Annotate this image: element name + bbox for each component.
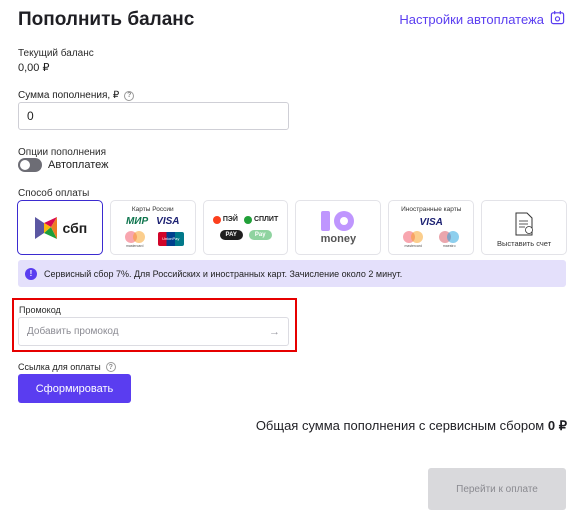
promo-placeholder: Добавить промокод xyxy=(27,326,119,337)
autopay-settings-link[interactable]: Настройки автоплатежа xyxy=(399,10,565,28)
split-logo: СПЛИТ xyxy=(243,215,279,224)
service-fee-notice: ! Сервисный сбор 7%. Для Российских и ин… xyxy=(18,260,566,287)
autopay-settings-label: Настройки автоплатежа xyxy=(399,11,544,27)
autopay-toggle[interactable] xyxy=(18,158,42,172)
payment-link-label: Ссылка для оплаты xyxy=(18,362,101,372)
current-balance-label: Текущий баланс xyxy=(18,48,94,59)
payment-method-foreign-cards[interactable]: Иностранные карты VISA mastercard maestr… xyxy=(388,200,475,255)
split-text: СПЛИТ xyxy=(253,216,279,223)
visa-logo: VISA xyxy=(419,217,443,228)
promo-input[interactable]: Добавить промокод → xyxy=(18,317,289,346)
notice-text: Сервисный сбор 7%. Для Российских и инос… xyxy=(44,268,403,279)
yandex-pay-logo: ПЭЙ xyxy=(212,215,238,224)
payment-method-invoice[interactable]: Выставить счет xyxy=(481,200,567,255)
help-icon[interactable]: ? xyxy=(105,362,116,372)
unionpay-text: UnionPay xyxy=(162,236,180,241)
total-summary: Общая сумма пополнения с сервисным сборо… xyxy=(256,418,567,434)
payment-method-yoomoney[interactable]: money xyxy=(295,200,382,255)
payment-method-wallets[interactable]: ПЭЙ СПЛИТ PAY Pay xyxy=(202,200,289,255)
wallets-row1: ПЭЙ СПЛИТ xyxy=(212,215,279,224)
calendar-settings-icon xyxy=(550,10,565,28)
payment-methods: сбп Карты России МИР VISA mastercard Uni… xyxy=(17,200,567,255)
yandex-icon xyxy=(212,215,221,224)
mastercard-text: mastercard xyxy=(125,243,144,248)
russian-cards-row2: mastercard UnionPay xyxy=(122,230,184,248)
maestro-icon xyxy=(439,231,460,243)
total-value: 0 ₽ xyxy=(547,418,567,433)
generate-link-button[interactable]: Сформировать xyxy=(18,374,131,403)
maestro-logo: maestro xyxy=(436,230,462,248)
foreign-cards-row2: mastercard maestro xyxy=(400,230,462,248)
sbp-icon xyxy=(34,216,57,239)
amount-label: Сумма пополнения, ₽ xyxy=(18,90,120,101)
page-title: Пополнить баланс xyxy=(18,9,195,30)
yoomoney-icon xyxy=(321,211,355,231)
sber-pay-badge: PAY xyxy=(219,229,243,240)
autopay-toggle-row: Автоплатеж xyxy=(18,158,109,172)
autopay-label: Автоплатеж xyxy=(48,159,109,171)
visa-logo: VISA xyxy=(156,215,180,227)
total-label: Общая сумма пополнения с сервисным сборо… xyxy=(255,418,545,433)
payment-method-russian-cards[interactable]: Карты России МИР VISA mastercard UnionPa… xyxy=(109,200,196,255)
amount-value: 0 xyxy=(27,109,34,123)
invoice-caption: Выставить счет xyxy=(496,239,552,248)
invoice-icon xyxy=(515,212,533,235)
sbp-logo: сбп xyxy=(33,215,88,241)
promo-label: Промокод xyxy=(19,305,61,315)
payment-method-label: Способ оплаты xyxy=(18,188,90,199)
foreign-cards-caption: Иностранные карты xyxy=(401,206,462,213)
arrow-right-icon[interactable]: → xyxy=(269,326,280,338)
russian-cards-caption: Карты России xyxy=(131,206,174,213)
unionpay-logo: UnionPay xyxy=(157,231,184,246)
yoomoney-title: money xyxy=(320,233,357,245)
options-label: Опции пополнения xyxy=(18,147,107,158)
current-balance-value: 0,00 ₽ xyxy=(18,62,50,74)
payment-link-label-row: Ссылка для оплаты ? xyxy=(18,362,116,372)
mastercard-text: mastercard xyxy=(404,244,422,248)
proceed-to-payment-button[interactable]: Перейти к оплате xyxy=(428,468,566,510)
amount-label-row: Сумма пополнения, ₽ ? xyxy=(18,90,135,101)
mts-pay-badge: Pay xyxy=(248,229,272,240)
split-icon xyxy=(243,215,252,224)
pay-text: ПЭЙ xyxy=(222,216,238,223)
payment-method-sbp[interactable]: сбп xyxy=(17,200,103,255)
mir-logo: МИР xyxy=(125,215,149,227)
wallets-row2: PAY Pay xyxy=(219,229,272,240)
russian-cards-row1: МИР VISA xyxy=(126,216,180,227)
mastercard-icon xyxy=(124,230,145,243)
mastercard-logo: mastercard xyxy=(400,230,426,248)
sbp-title: сбп xyxy=(62,219,88,236)
help-icon[interactable]: ? xyxy=(124,90,135,101)
mastercard-icon xyxy=(403,231,424,243)
amount-input[interactable]: 0 xyxy=(18,102,289,130)
mastercard-logo: mastercard xyxy=(122,230,148,248)
alert-icon: ! xyxy=(25,267,37,280)
maestro-text: maestro xyxy=(442,244,456,248)
